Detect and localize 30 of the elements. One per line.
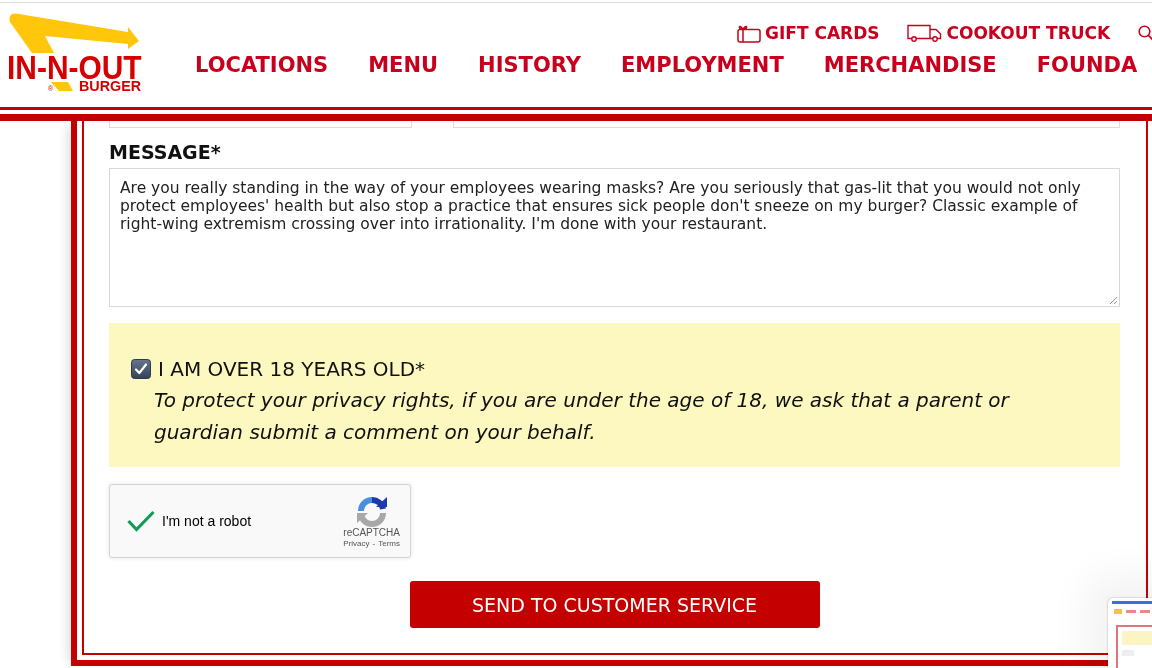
checkmark-icon[interactable] (127, 510, 155, 532)
nav-link[interactable]: HISTORY (478, 52, 581, 78)
truck-icon (907, 24, 943, 42)
message-field[interactable]: Are you really standing in the way of your employees wearing masks? Are you seriously that gas-lit that you would not only protect employees' health but also stop a practice that ensures sick people don't sneeze on my burger? Classic example of right-wing extremism crossing over into irrationality. I'm done with your restaurant. (109, 168, 1120, 307)
legal-link[interactable]: Privacy (343, 539, 370, 549)
captcha-label: I'm not a robot (162, 513, 252, 529)
input-field[interactable] (453, 121, 1120, 128)
submit-button[interactable]: SEND TO CUSTOMER SERVICE (409, 581, 820, 628)
checkbox-label: I AM OVER 18 YEARS OLD* (158, 358, 426, 380)
nav-link[interactable]: MERCHANDISE (823, 52, 997, 78)
nav-link[interactable]: LOCATIONS (195, 52, 329, 78)
recaptcha-logo-icon (355, 494, 388, 527)
logo-tagline: BURGER (79, 80, 142, 91)
field-label: MESSAGE* (109, 141, 221, 163)
resize-grip-icon[interactable] (1109, 296, 1117, 304)
nav-link[interactable]: MENU (368, 52, 439, 78)
legal-link[interactable]: Terms (378, 539, 400, 549)
nav-link[interactable]: EMPLOYMENT (621, 52, 784, 78)
nav-link[interactable]: FOUNDA (1036, 52, 1138, 78)
checkbox[interactable] (131, 359, 151, 379)
link-separator: - (372, 539, 376, 549)
search-link[interactable] (1138, 25, 1152, 41)
logo-wordmark: IN-N-OUT (7, 55, 142, 80)
utility-link[interactable]: COOKOUT TRUCK (907, 23, 1111, 43)
captcha-brand: reCAPTCHA (343, 527, 400, 539)
input-field[interactable] (109, 121, 412, 128)
gift-card-icon (737, 23, 761, 43)
privacy-note: To protect your privacy rights, if you are under the age of 18, we ask that a parent or guardian submit a comment on your behalf. (154, 387, 1011, 446)
search-icon (1138, 25, 1152, 41)
utility-link[interactable]: GIFT CARDS (737, 23, 880, 43)
